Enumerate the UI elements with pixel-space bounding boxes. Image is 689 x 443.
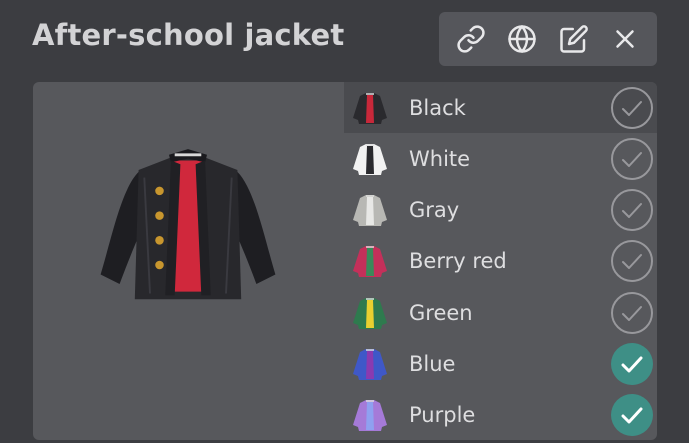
variant-label: Blue [409, 352, 456, 376]
variant-row[interactable]: Gray [344, 185, 657, 236]
globe-icon [508, 25, 536, 53]
variant-row[interactable]: Black [344, 82, 657, 133]
jacket-swatch-icon [353, 143, 387, 175]
close-button[interactable] [604, 18, 646, 60]
unchecked-circle-icon[interactable] [610, 188, 654, 232]
edit-button[interactable] [553, 18, 595, 60]
jacket-swatch-icon [353, 297, 387, 329]
item-panel: Black White Gray Berry red Green Blue Purple [33, 82, 657, 440]
jacket-swatch-icon [353, 246, 387, 278]
unchecked-circle-icon[interactable] [610, 86, 654, 130]
unchecked-circle-icon[interactable] [610, 239, 654, 283]
jacket-swatch-icon [353, 400, 387, 432]
variant-row[interactable]: Green [344, 287, 657, 338]
close-icon [616, 30, 634, 48]
variant-list: Black White Gray Berry red Green Blue Purple [344, 82, 657, 440]
page-title: After-school jacket [32, 18, 345, 52]
checked-circle-icon[interactable] [610, 393, 654, 437]
checked-circle-icon[interactable] [610, 342, 654, 386]
jacket-swatch-icon [353, 349, 387, 380]
jacket-swatch-icon [353, 195, 387, 227]
jacket-preview-image [100, 149, 276, 300]
variant-row[interactable]: White [344, 133, 657, 184]
edit-icon [560, 25, 588, 53]
variant-row[interactable]: Purple [344, 390, 657, 440]
globe-button[interactable] [501, 18, 543, 60]
variant-row[interactable]: Blue [344, 339, 657, 390]
toolbar [439, 12, 657, 66]
unchecked-circle-icon[interactable] [610, 137, 654, 181]
variant-label: Purple [409, 403, 476, 428]
variant-label: White [409, 146, 471, 171]
jacket-swatch-icon [353, 92, 387, 124]
variant-label: Green [409, 300, 473, 325]
variant-row[interactable]: Berry red [344, 236, 657, 287]
unchecked-circle-icon[interactable] [610, 291, 654, 335]
link-icon [457, 25, 485, 53]
link-button[interactable] [450, 18, 492, 60]
variant-label: Berry red [409, 249, 507, 274]
variant-label: Gray [409, 198, 460, 223]
variant-label: Black [409, 95, 466, 120]
